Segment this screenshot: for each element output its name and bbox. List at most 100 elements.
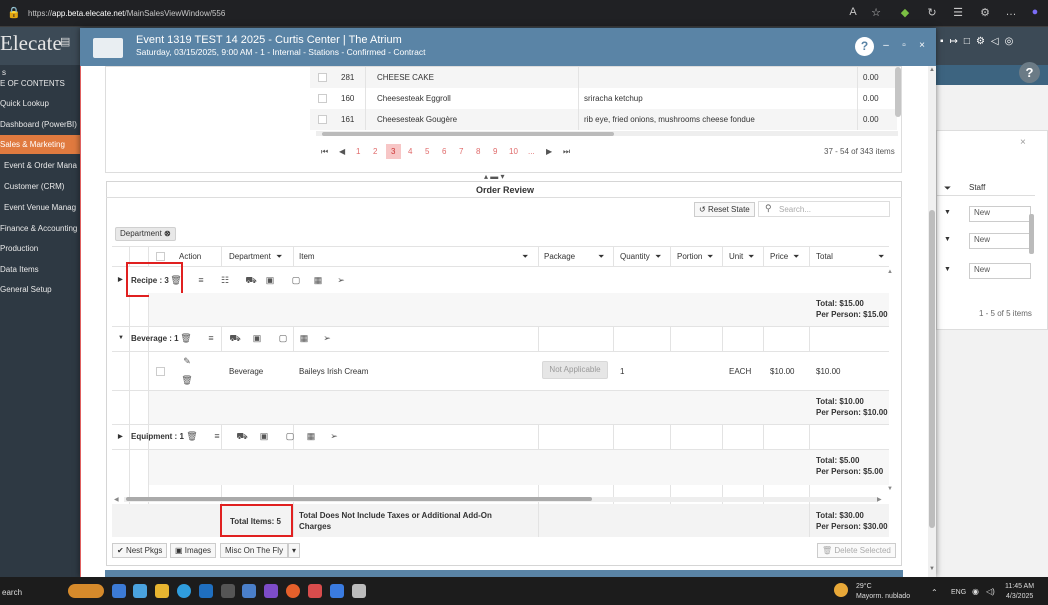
weather-temp[interactable]: 29°C bbox=[856, 583, 872, 590]
app-icon[interactable] bbox=[330, 584, 344, 598]
row-checkbox[interactable] bbox=[318, 73, 327, 82]
note-icon[interactable]: ▢ bbox=[290, 275, 302, 286]
lock-icon[interactable]: 🔒 bbox=[6, 6, 22, 19]
filter-icon[interactable]: ⏷ bbox=[276, 246, 282, 267]
select-all-checkbox[interactable] bbox=[156, 252, 165, 261]
grid-icon[interactable]: ▦ bbox=[305, 431, 317, 442]
task-view-icon[interactable] bbox=[112, 584, 126, 598]
dropdown-icon[interactable]: ▼ bbox=[944, 236, 951, 243]
scroll-up-icon[interactable]: ▲ bbox=[929, 67, 935, 73]
image-icon[interactable]: ▣ bbox=[251, 333, 263, 344]
filter-icon[interactable]: ⏷ bbox=[878, 246, 884, 267]
sidebar-item-sales-marketing[interactable]: Sales & Marketing bbox=[0, 135, 80, 154]
page-link[interactable]: 9 bbox=[493, 147, 497, 156]
expand-icon[interactable]: ▶ bbox=[118, 433, 123, 440]
reset-state-button[interactable]: ↺ Reset State bbox=[694, 202, 755, 217]
images-button[interactable]: ▣ Images bbox=[170, 543, 217, 558]
collapse-icon[interactable]: ▼ bbox=[118, 335, 124, 341]
sidebar-item-event-venue[interactable]: Event Venue Manag bbox=[0, 198, 80, 217]
sidebar-item-finance[interactable]: Finance & Accounting bbox=[0, 219, 80, 238]
header-tools-icon[interactable]: ▪↦□⚙◁◎ bbox=[940, 36, 1019, 47]
close-icon[interactable]: × bbox=[1020, 137, 1026, 148]
row-checkbox[interactable] bbox=[156, 367, 165, 376]
group-chip-department[interactable]: Department ⊗ bbox=[115, 227, 176, 241]
list-hscroll-thumb[interactable] bbox=[322, 132, 614, 136]
first-page-icon[interactable]: ⏮ bbox=[321, 147, 328, 157]
modal-scrollbar-thumb[interactable] bbox=[929, 210, 935, 528]
col-header-unit[interactable]: Unit bbox=[729, 246, 743, 267]
page-link[interactable]: 1 bbox=[356, 147, 360, 156]
scroll-down-icon[interactable]: ▼ bbox=[929, 566, 935, 572]
page-link[interactable]: 8 bbox=[476, 147, 480, 156]
filter-icon[interactable]: ⏷ bbox=[522, 246, 528, 267]
edge-icon[interactable] bbox=[177, 584, 191, 598]
favorite-star-icon[interactable]: ☆ bbox=[868, 6, 884, 19]
sidebar-item-contents[interactable]: E OF CONTENTS bbox=[0, 74, 80, 93]
filter-icon[interactable]: ⏷ bbox=[707, 246, 713, 267]
app-icon[interactable] bbox=[286, 584, 300, 598]
sidebar-item-event-order[interactable]: Event & Order Mana bbox=[0, 156, 80, 175]
image-icon[interactable]: ▣ bbox=[258, 431, 270, 442]
maximize-icon[interactable]: ▫ bbox=[898, 40, 910, 51]
calendar-icon[interactable]: ▤ bbox=[60, 35, 70, 48]
app-icon[interactable] bbox=[308, 584, 322, 598]
col-header-price[interactable]: Price bbox=[770, 246, 788, 267]
address-bar[interactable]: https://app.beta.elecate.net/MainSalesVi… bbox=[28, 9, 225, 18]
search-input[interactable] bbox=[758, 201, 890, 217]
image-icon[interactable]: ▣ bbox=[264, 275, 276, 286]
page-link[interactable]: 6 bbox=[442, 147, 446, 156]
list-icon[interactable]: ☷ bbox=[219, 275, 231, 286]
edit-icon[interactable]: ✎ bbox=[181, 356, 193, 367]
sidebar-item-quick-lookup[interactable]: Quick Lookup bbox=[0, 94, 80, 113]
row-checkbox[interactable] bbox=[318, 115, 327, 124]
sidebar-item-data-items[interactable]: Data Items bbox=[0, 260, 80, 279]
delete-selected-button[interactable]: 🗑 Delete Selected bbox=[817, 543, 896, 558]
sort-icon[interactable]: ≡ bbox=[211, 431, 223, 441]
language-indicator[interactable]: ENG bbox=[951, 589, 966, 596]
row-checkbox[interactable] bbox=[318, 94, 327, 103]
read-aloud-icon[interactable]: A bbox=[845, 6, 861, 18]
package-button[interactable]: Not Applicable bbox=[542, 361, 608, 379]
filter-icon[interactable]: ⏷ bbox=[793, 246, 799, 267]
visual-studio-icon[interactable] bbox=[264, 584, 278, 598]
tray-chevron-icon[interactable]: ⌃ bbox=[931, 588, 938, 597]
favorites-icon[interactable]: ☰ bbox=[950, 6, 966, 19]
filter-icon[interactable]: ⏷ bbox=[598, 246, 604, 267]
file-explorer-icon[interactable] bbox=[155, 584, 169, 598]
store-icon[interactable] bbox=[199, 584, 213, 598]
send-icon[interactable]: ➢ bbox=[321, 333, 333, 344]
filter-icon[interactable]: ⏷ bbox=[944, 183, 951, 194]
scroll-up-icon[interactable]: ▲ bbox=[887, 269, 893, 275]
collections-icon[interactable]: ⚙ bbox=[977, 6, 993, 19]
copilot-taskbar-icon[interactable] bbox=[133, 584, 147, 598]
page-link[interactable]: ... bbox=[528, 147, 535, 156]
next-page-icon[interactable]: ▶ bbox=[546, 147, 552, 156]
grid-icon[interactable]: ▦ bbox=[312, 275, 324, 286]
cell-quantity[interactable]: 1 bbox=[620, 367, 624, 376]
copilot-icon[interactable]: ● bbox=[1027, 6, 1043, 18]
more-menu-icon[interactable]: … bbox=[1003, 6, 1019, 18]
grid-icon[interactable]: ▦ bbox=[298, 333, 310, 344]
page-link[interactable]: 7 bbox=[459, 147, 463, 156]
remove-chip-icon[interactable]: ⊗ bbox=[164, 229, 171, 238]
note-icon[interactable]: ▢ bbox=[277, 333, 289, 344]
send-icon[interactable]: ➢ bbox=[328, 431, 340, 442]
scroll-left-icon[interactable]: ◀ bbox=[114, 496, 119, 503]
sidebar-item-general-setup[interactable]: General Setup bbox=[0, 280, 80, 299]
truck-icon[interactable]: ⛟ bbox=[236, 431, 248, 443]
page-link[interactable]: 2 bbox=[373, 147, 377, 156]
col-header-item[interactable]: Item bbox=[299, 246, 315, 267]
table-row[interactable]: 281 CHEESE CAKE 0.00 bbox=[310, 67, 897, 88]
scroll-down-icon[interactable]: ▼ bbox=[887, 486, 893, 492]
dropdown-icon[interactable]: ▼ bbox=[944, 266, 951, 273]
filter-icon[interactable]: ⏷ bbox=[655, 246, 661, 267]
wifi-icon[interactable]: ◉ bbox=[972, 587, 979, 596]
note-icon[interactable]: ▢ bbox=[284, 431, 296, 442]
last-page-icon[interactable]: ⏭ bbox=[563, 147, 570, 157]
page-link[interactable]: 10 bbox=[509, 147, 518, 156]
page-link-current[interactable]: 3 bbox=[391, 147, 395, 156]
col-header-portion[interactable]: Portion bbox=[677, 246, 702, 267]
misc-dropdown-button[interactable]: ▾ bbox=[288, 543, 301, 558]
splitter-handle-icon[interactable]: ▴ ▬ ▾ bbox=[484, 172, 504, 181]
clock-date[interactable]: 4/3/2025 bbox=[1006, 593, 1033, 600]
